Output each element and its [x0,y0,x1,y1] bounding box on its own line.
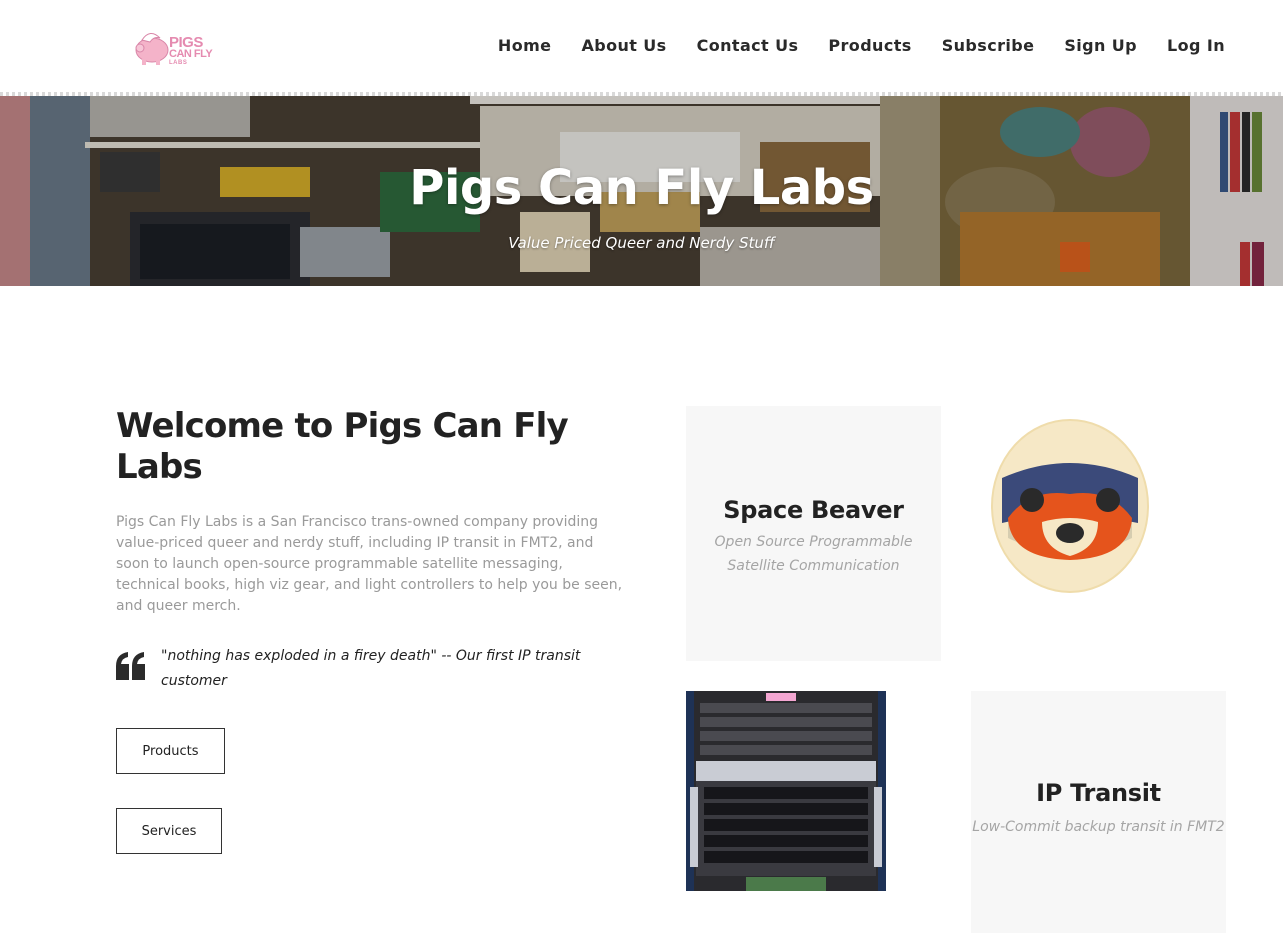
hero-banner: Pigs Can Fly Labs Value Priced Queer and… [0,92,1283,286]
quote-icon [116,652,146,680]
nav-subscribe[interactable]: Subscribe [942,36,1035,55]
nav-products[interactable]: Products [828,36,911,55]
welcome-body-text: Pigs Can Fly Labs is a San Francisco tra… [116,514,623,614]
logo-wordmark: PIGS CAN FLY LABS [169,35,213,67]
nav-log-in[interactable]: Log In [1167,36,1225,55]
site-header: PIGS CAN FLY LABS Home About Us Contact … [0,0,1283,92]
hero-top-border [0,92,1283,96]
ip-transit-title: IP Transit [1036,779,1161,807]
hero-title: Pigs Can Fly Labs [409,160,874,216]
products-button[interactable]: Products [116,728,225,774]
logo-line-2: CAN FLY [169,48,213,60]
hero-subtitle: Value Priced Queer and Nerdy Stuff [508,234,775,252]
welcome-heading: Welcome to Pigs Can Fly Labs [116,406,569,487]
nav-contact-us[interactable]: Contact Us [697,36,799,55]
space-beaver-title: Space Beaver [723,496,904,524]
server-rack-icon [686,691,886,891]
space-beaver-image [990,418,1150,594]
customer-quote: "nothing has exploded in a firey death" … [161,648,581,689]
main-nav: Home About Us Contact Us Products Subscr… [498,36,1225,55]
space-beaver-subtitle: Open Source Programmable Satellite Commu… [714,534,913,574]
nav-about-us[interactable]: About Us [581,36,666,55]
space-beaver-card[interactable]: Space Beaver Open Source Programmable Sa… [686,406,941,661]
services-button[interactable]: Services [116,808,222,854]
logo-line-3: LABS [169,60,188,66]
nav-home[interactable]: Home [498,36,552,55]
server-rack-image [686,691,886,891]
nav-sign-up[interactable]: Sign Up [1064,36,1137,55]
ip-transit-subtitle: Low-Commit backup transit in FMT2 [972,819,1225,835]
beaver-astronaut-icon [991,419,1149,593]
ip-transit-card[interactable]: IP Transit Low-Commit backup transit in … [971,691,1226,933]
